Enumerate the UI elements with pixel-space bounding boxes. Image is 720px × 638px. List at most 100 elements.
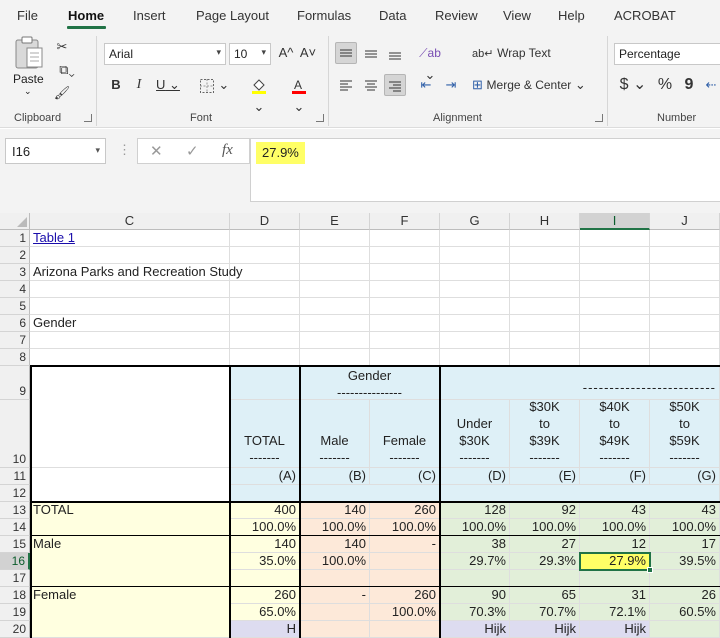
grid-cell[interactable] — [580, 247, 650, 264]
header-under-30k[interactable]: Under $30K ------- — [440, 400, 510, 468]
more-options-icon[interactable]: ⋮ — [118, 142, 131, 158]
grid-cell[interactable] — [230, 349, 300, 366]
column-header-g[interactable]: G — [440, 213, 510, 230]
grid-cell[interactable] — [370, 315, 440, 332]
grid-cell[interactable] — [30, 247, 230, 264]
grid-cell[interactable] — [510, 230, 580, 247]
column-header-j[interactable]: J — [650, 213, 720, 230]
grid-cell[interactable] — [370, 230, 440, 247]
column-letter[interactable]: (D) — [440, 468, 510, 485]
total-percent-cell[interactable]: 100.0% — [300, 519, 370, 536]
header-male[interactable]: Male ------- — [300, 400, 370, 468]
male-count-cell[interactable]: - — [370, 536, 440, 553]
font-name-select[interactable]: Arial ▾ — [104, 43, 226, 65]
female-percent-cell[interactable] — [300, 604, 370, 621]
male-count-cell[interactable]: 12 — [580, 536, 650, 553]
total-count-cell[interactable]: 400 — [230, 502, 300, 519]
grid-cell[interactable] — [580, 332, 650, 349]
total-percent-cell[interactable]: 100.0% — [650, 519, 720, 536]
female-percent-cell[interactable]: 72.1% — [580, 604, 650, 621]
number-format-select[interactable]: Percentage — [614, 43, 720, 65]
row-header[interactable]: 8 — [0, 349, 30, 366]
female-count-cell[interactable]: 65 — [510, 587, 580, 604]
tab-file[interactable]: File — [17, 8, 38, 23]
clipboard-launcher-icon[interactable] — [84, 114, 92, 122]
total-count-cell[interactable]: 260 — [370, 502, 440, 519]
row-header[interactable]: 3 — [0, 264, 30, 281]
male-blank-cell[interactable] — [580, 570, 650, 587]
grid-cell[interactable] — [300, 230, 370, 247]
male-blank-cell[interactable] — [370, 570, 440, 587]
banner-blank-cell[interactable] — [230, 366, 300, 400]
male-count-cell[interactable]: 27 — [510, 536, 580, 553]
female-count-cell[interactable]: 260 — [370, 587, 440, 604]
total-count-cell[interactable]: 43 — [650, 502, 720, 519]
grid-cell[interactable] — [650, 332, 720, 349]
male-percent-cell[interactable]: 100.0% — [300, 553, 370, 570]
grid-cell[interactable] — [510, 264, 580, 281]
row-header[interactable]: 15 — [0, 536, 30, 553]
total-count-cell[interactable]: 92 — [510, 502, 580, 519]
column-header-h[interactable]: H — [510, 213, 580, 230]
grid-cell[interactable] — [510, 349, 580, 366]
percent-style-button[interactable]: % — [654, 74, 676, 96]
comma-style-button[interactable]: 9 — [680, 74, 698, 96]
grid-cell[interactable] — [30, 281, 230, 298]
grid-cell[interactable] — [440, 264, 510, 281]
female-count-cell[interactable]: - — [300, 587, 370, 604]
blank-cell[interactable] — [230, 485, 720, 502]
wrap-text-button[interactable]: ab↵ Wrap Text — [472, 42, 552, 64]
grid-cell[interactable] — [230, 332, 300, 349]
grid-cell[interactable] — [580, 230, 650, 247]
grid-cell[interactable] — [510, 315, 580, 332]
grid-cell[interactable] — [650, 281, 720, 298]
row-label-total[interactable]: TOTAL — [30, 502, 230, 536]
header-total[interactable]: TOTAL ------- — [230, 400, 300, 468]
grid-cell[interactable] — [230, 247, 300, 264]
row-header[interactable]: 20 — [0, 621, 30, 638]
increase-decimal-button[interactable]: ⇠ — [702, 74, 720, 96]
grid-cell[interactable] — [650, 315, 720, 332]
female-count-cell[interactable]: 26 — [650, 587, 720, 604]
grid-cell[interactable] — [300, 349, 370, 366]
currency-button[interactable]: $ ⌄ — [618, 74, 648, 96]
cut-button[interactable]: ✂ — [53, 36, 71, 58]
align-right-button[interactable] — [384, 74, 406, 96]
tab-help[interactable]: Help — [558, 8, 585, 23]
grid-cell[interactable] — [30, 298, 230, 315]
male-percent-cell[interactable]: 29.7% — [440, 553, 510, 570]
female-percent-cell[interactable]: 70.3% — [440, 604, 510, 621]
grid-cell[interactable] — [300, 298, 370, 315]
column-letter[interactable]: (F) — [580, 468, 650, 485]
row-header[interactable]: 17 — [0, 570, 30, 587]
grid-cell[interactable] — [580, 298, 650, 315]
grid-cell[interactable] — [30, 349, 230, 366]
header-50k-59k[interactable]: $50K to $59K ------- — [650, 400, 720, 468]
copy-button[interactable]: ⧉⌄ — [53, 59, 81, 81]
grid-cell[interactable] — [370, 349, 440, 366]
male-blank-cell[interactable] — [440, 570, 510, 587]
decrease-font-size-button[interactable]: A˅ — [298, 42, 318, 64]
grid-cell[interactable] — [580, 281, 650, 298]
underline-button[interactable]: U ⌄ — [153, 74, 183, 96]
grid-cell[interactable] — [440, 230, 510, 247]
male-count-cell[interactable]: 38 — [440, 536, 510, 553]
row-header[interactable]: 18 — [0, 587, 30, 604]
total-percent-cell[interactable]: 100.0% — [510, 519, 580, 536]
font-launcher-icon[interactable] — [316, 114, 324, 122]
tab-view[interactable]: View — [503, 8, 531, 23]
significance-cell[interactable]: H — [230, 621, 300, 638]
grid-cell[interactable] — [510, 247, 580, 264]
paste-button[interactable]: Paste ⌄ — [10, 36, 48, 98]
blank-cell[interactable] — [30, 485, 230, 502]
align-top-button[interactable] — [335, 42, 357, 64]
select-all-corner[interactable] — [0, 213, 30, 230]
male-blank-cell[interactable] — [510, 570, 580, 587]
significance-cell[interactable] — [300, 621, 370, 638]
tab-review[interactable]: Review — [435, 8, 478, 23]
male-percent-cell[interactable]: 39.5% — [650, 553, 720, 570]
male-blank-cell[interactable] — [650, 570, 720, 587]
increase-font-size-button[interactable]: A^ — [276, 42, 296, 64]
bold-button[interactable]: B — [107, 74, 125, 96]
row-header[interactable]: 5 — [0, 298, 30, 315]
